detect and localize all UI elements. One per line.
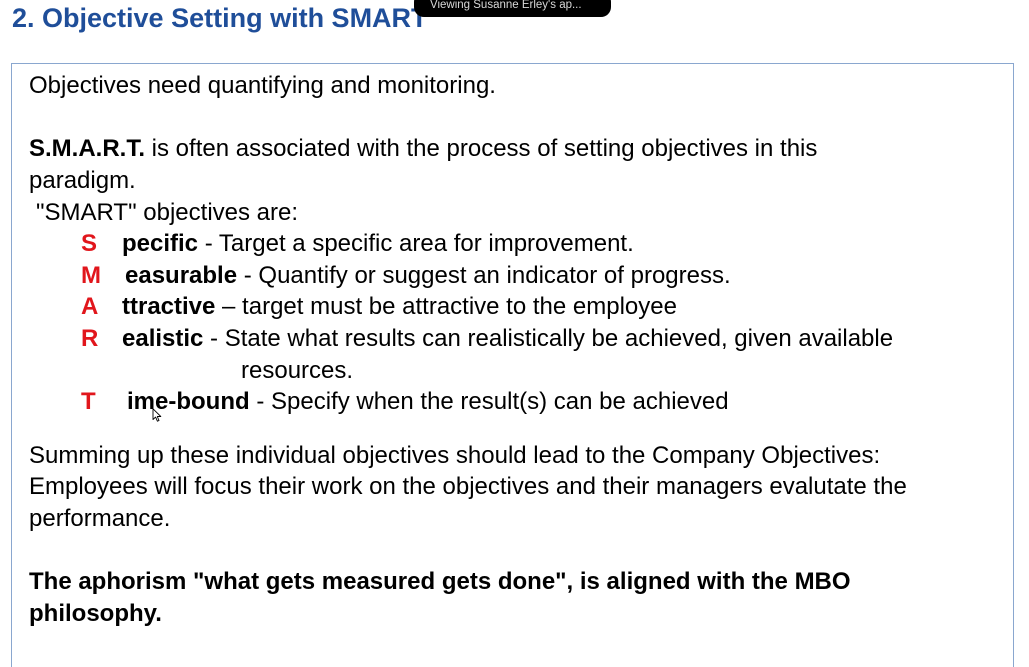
smart-desc: - Target a specific area for improvement… [198,230,634,257]
slide-title: 2. Objective Setting with SMART [12,3,428,33]
smart-word: easurable [125,262,238,289]
smart-desc: – target must be attractive to the emplo… [215,293,677,320]
smart-desc: - Quantify or suggest an indicator of pr… [237,262,731,289]
smart-letter-t: T [81,388,96,415]
summary-line-2: Employees will focus their work on the o… [29,473,907,500]
smart-item-specific: pecific - Target a specific area for imp… [122,228,634,260]
smart-item-realistic: ealistic - State what results can realis… [122,323,893,355]
summary-line-1: Summing up these individual objectives s… [29,442,881,469]
smart-word: ime-bound [127,388,250,415]
smart-letter-m: M [81,262,101,289]
smart-item-time-bound: ime-bound - Specify when the result(s) c… [127,386,729,418]
smart-letter-a: A [81,293,99,320]
smart-item-realistic-continued: resources. [241,357,354,384]
smart-objectives-label: "SMART" objectives are: [36,199,299,226]
smart-letter-r: R [81,325,99,352]
smart-item-attractive: ttractive – target must be attractive to… [122,291,677,323]
smart-word: pecific [122,230,199,257]
summary-line-3: performance. [29,505,171,532]
smart-desc: - Specify when the result(s) can be achi… [249,388,729,415]
smart-letter-s: S [81,230,98,257]
smart-desc: - State what results can realistically b… [203,325,894,352]
screen-share-banner[interactable]: Viewing Susanne Erley's ap... [414,0,611,17]
smart-description: is often associated with the process of … [145,135,818,162]
mouse-pointer-icon [152,408,162,422]
intro-text: Objectives need quantifying and monitori… [29,72,496,99]
smart-term: S.M.A.R.T. [29,135,146,162]
slide-page: 2. Objective Setting with SMART Viewing … [0,0,1029,667]
aphorism-line-1: The aphorism "what gets measured gets do… [29,568,851,595]
smart-word: ttractive [122,293,216,320]
smart-item-measurable: easurable - Quantify or suggest an indic… [125,260,731,292]
screen-share-label: Viewing Susanne Erley's ap... [430,0,582,11]
smart-word: ealistic [122,325,204,352]
smart-paragraph-line-2: paradigm. [29,167,136,194]
aphorism-line-2: philosophy. [29,600,162,627]
smart-paragraph-line-1: S.M.A.R.T. is often associated with the … [29,133,817,165]
